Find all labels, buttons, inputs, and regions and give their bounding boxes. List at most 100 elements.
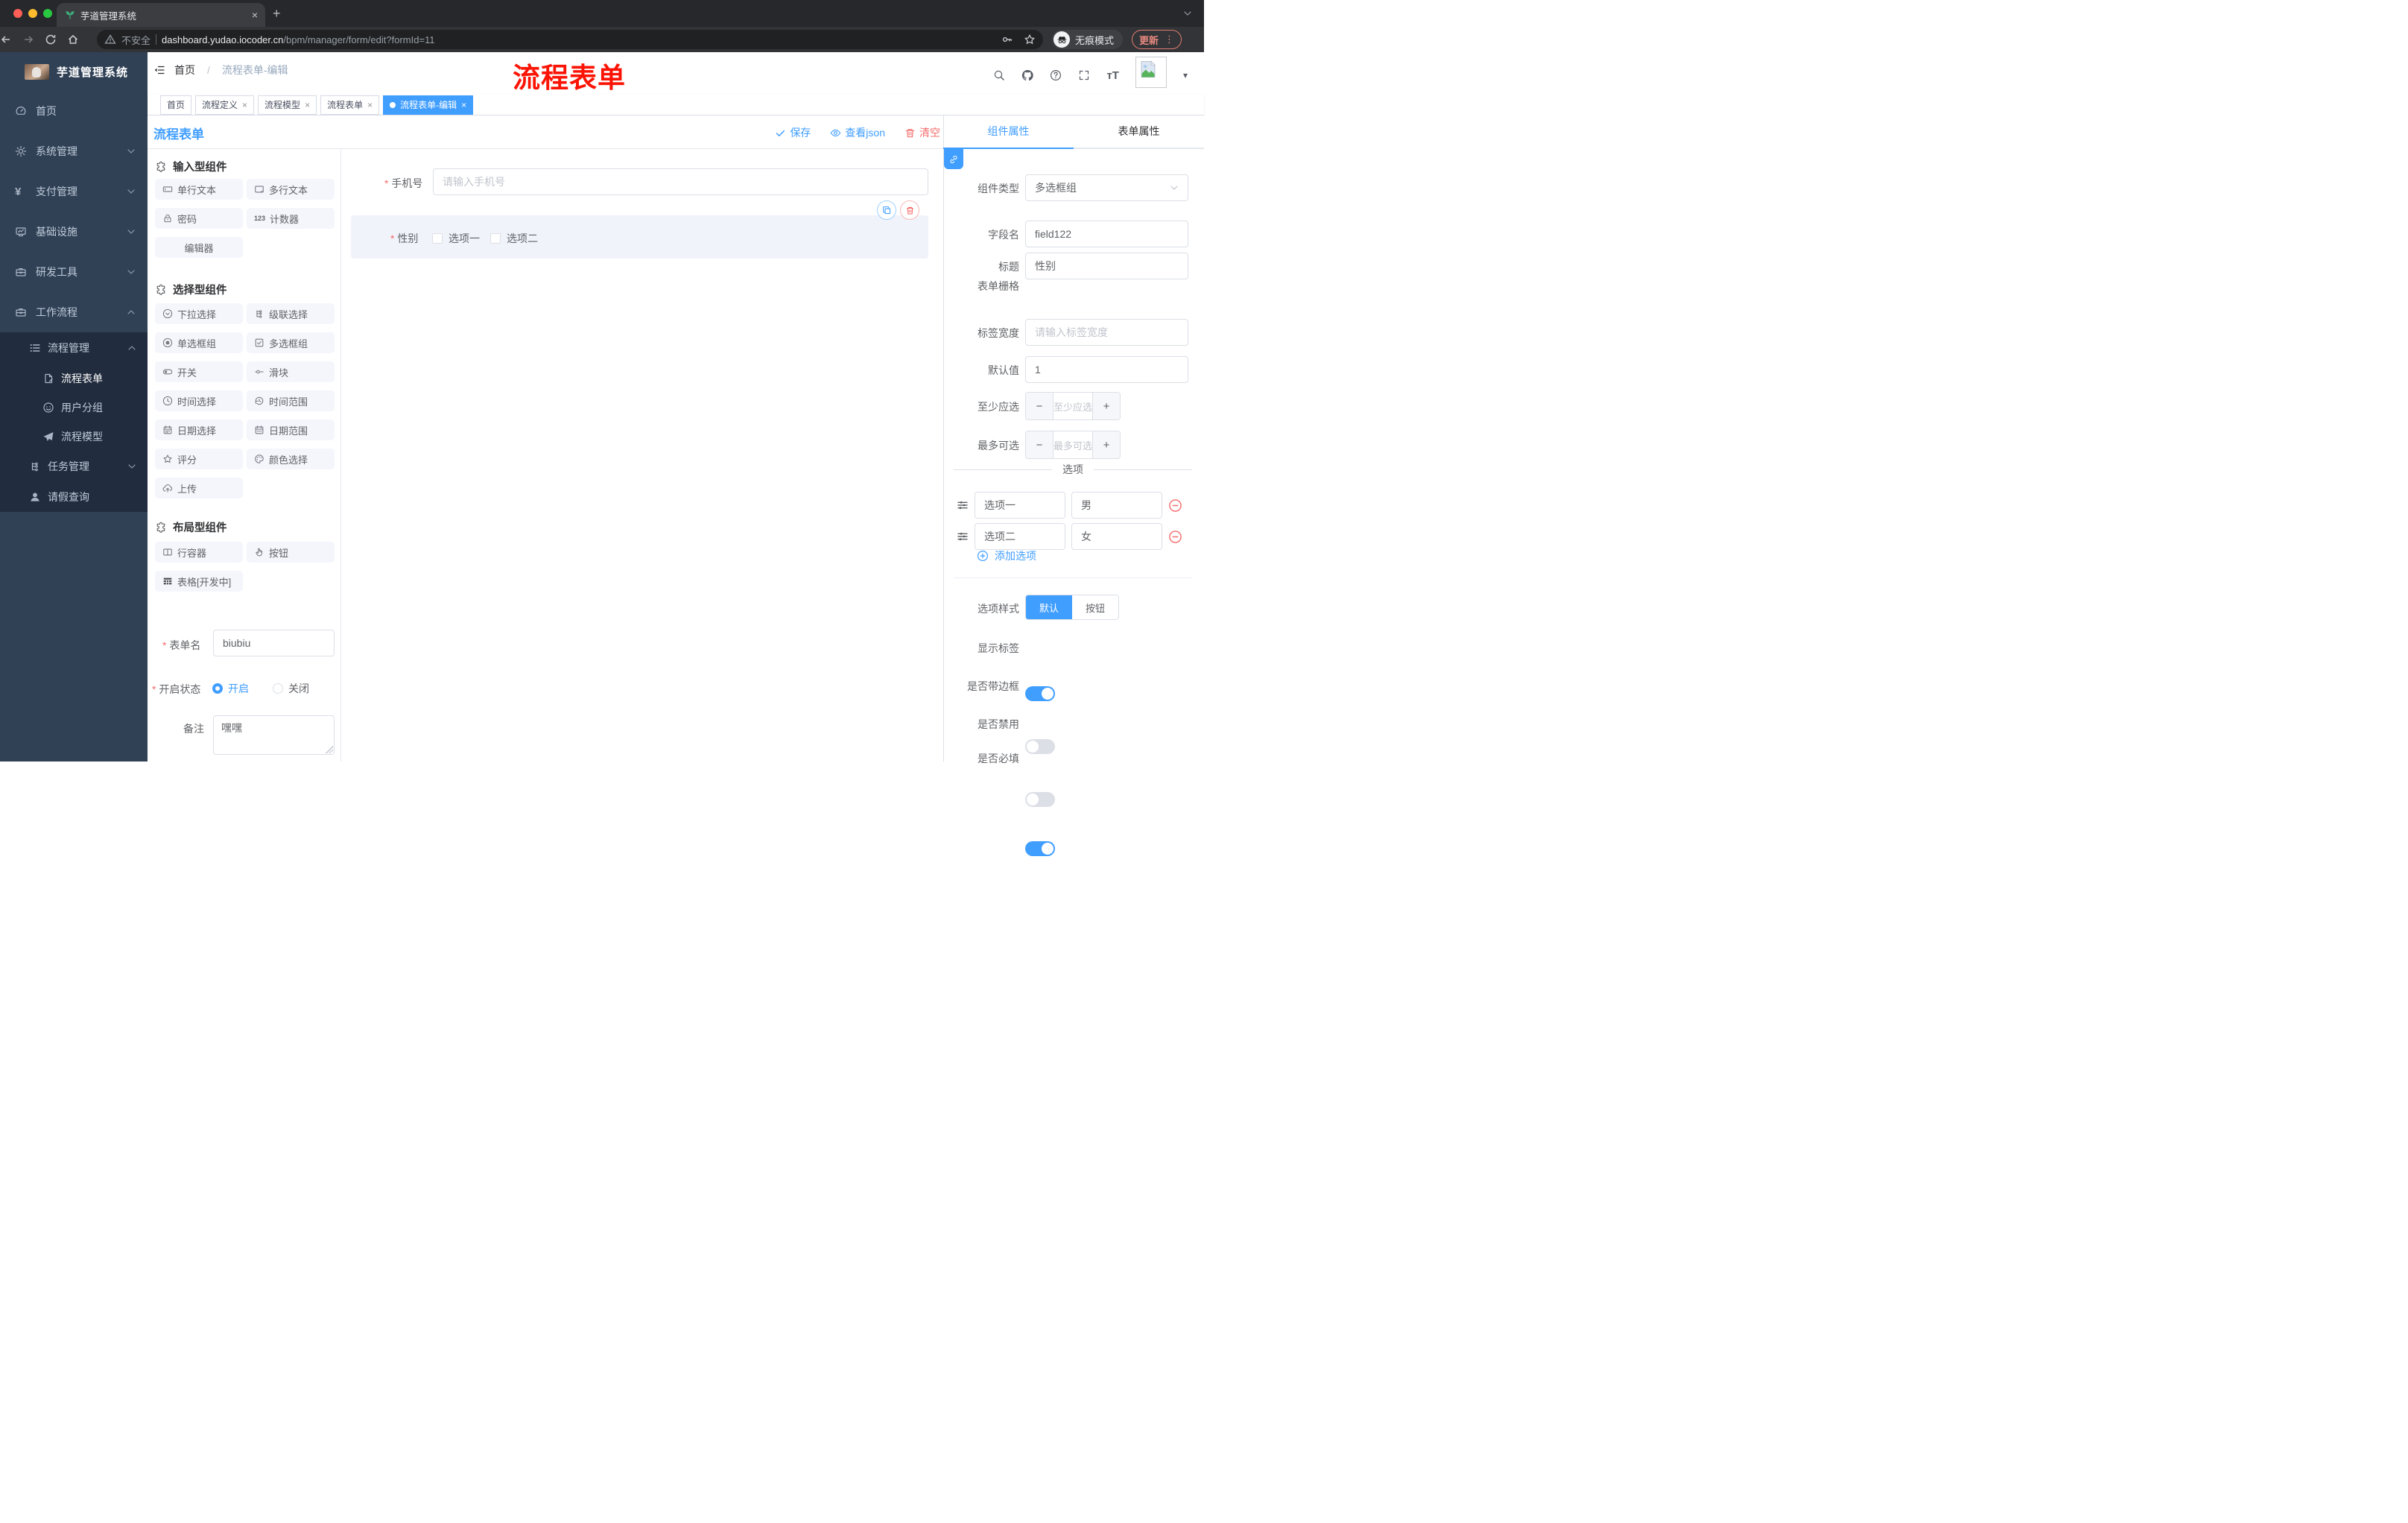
palette-item-button[interactable]: 按钮 [247,542,335,563]
max-select-stepper[interactable]: − 最多可选 + [1025,431,1121,459]
palette-item-time[interactable]: 时间选择 [155,390,243,411]
show-label-toggle[interactable] [1025,686,1055,701]
style-button-button[interactable]: 按钮 [1072,595,1118,619]
tag-close-icon[interactable]: × [367,100,373,110]
palette-item-color[interactable]: 颜色选择 [247,449,335,469]
browser-tab[interactable]: 芋道管理系统 × [57,3,265,27]
sidebar-item-payment[interactable]: ¥ 支付管理 [0,171,148,212]
sidebar-logo[interactable]: 芋道管理系统 [0,52,148,91]
sidebar-item-system[interactable]: 系统管理 [0,131,148,171]
bookmark-star-icon[interactable] [1024,34,1036,45]
reload-icon[interactable] [45,34,67,45]
window-close-button[interactable] [13,9,22,18]
stepper-minus-button[interactable]: − [1026,393,1054,419]
sidebar-fold-icon[interactable] [153,64,165,76]
palette-item-editor[interactable]: 编辑器 [155,237,243,258]
palette-item-rate[interactable]: 评分 [155,449,243,469]
palette-item-time-range[interactable]: 时间范围 [247,390,335,411]
tag-process-model[interactable]: 流程模型 × [258,95,317,115]
component-type-select[interactable]: 多选框组 [1025,174,1188,201]
palette-item-table[interactable]: 表格[开发中] [155,571,243,592]
search-icon[interactable] [993,69,1005,81]
stepper-minus-button[interactable]: − [1026,431,1054,458]
add-option-button[interactable]: 添加选项 [977,548,1036,563]
save-button[interactable]: 保存 [775,125,811,140]
title-input[interactable] [1025,253,1188,279]
omnibox[interactable]: 不安全 dashboard.yudao.iocoder.cn/bpm/manag… [97,30,1043,49]
github-icon[interactable] [1021,69,1034,81]
palette-item-date-range[interactable]: 日期范围 [247,419,335,440]
window-zoom-button[interactable] [43,9,52,18]
palette-item-cascader[interactable]: 级联选择 [247,303,335,324]
palette-item-row-container[interactable]: 行容器 [155,542,243,563]
tag-process-definition[interactable]: 流程定义 × [195,95,255,115]
sidebar-item-workflow[interactable]: 工作流程 [0,292,148,332]
palette-item-date[interactable]: 日期选择 [155,419,243,440]
view-json-button[interactable]: 查看json [830,125,885,140]
remove-option-icon[interactable] [1168,498,1182,513]
tab-form-props[interactable]: 表单属性 [1074,115,1204,148]
sidebar-item-process-model[interactable]: 流程模型 [0,422,148,451]
sidebar-item-process-mgmt[interactable]: 流程管理 [0,332,148,364]
sidebar-item-infra[interactable]: 基础设施 [0,212,148,252]
help-icon[interactable] [1050,69,1062,81]
stepper-input[interactable]: 至少应选 [1054,393,1092,419]
sidebar-item-task-mgmt[interactable]: 任务管理 [0,451,148,481]
style-default-button[interactable]: 默认 [1026,595,1072,619]
tag-process-form-edit[interactable]: 流程表单-编辑 × [383,95,474,115]
textarea-resize-handle[interactable] [326,746,333,753]
palette-item-select[interactable]: 下拉选择 [155,303,243,324]
option-label-input[interactable] [975,523,1065,550]
status-radio-off[interactable]: 关闭 [273,681,309,696]
tag-home[interactable]: 首页 [160,95,192,115]
sidebar-item-devtools[interactable]: 研发工具 [0,252,148,292]
palette-item-slider[interactable]: 滑块 [247,361,335,382]
palette-item-radio-group[interactable]: 单选框组 [155,332,243,353]
password-key-icon[interactable] [1001,34,1013,45]
status-radio-on[interactable]: 开启 [212,681,249,696]
sidebar-item-leave-query[interactable]: 请假查询 [0,481,148,512]
back-icon[interactable] [0,34,22,45]
copy-component-button[interactable] [877,200,896,220]
stepper-plus-button[interactable]: + [1092,431,1120,458]
palette-item-checkbox-group[interactable]: 多选框组 [247,332,335,353]
browser-menu-dots-icon[interactable]: ⋮ [1165,34,1174,45]
option-value-input[interactable] [1071,523,1162,550]
gender-option-1[interactable]: 选项一 [432,231,480,246]
stepper-input[interactable]: 最多可选 [1054,431,1092,458]
link-drawer-toggle[interactable] [944,149,963,169]
tag-close-icon[interactable]: × [461,100,466,110]
forward-icon[interactable] [22,34,45,45]
min-select-stepper[interactable]: − 至少应选 + [1025,392,1121,420]
option-value-input[interactable] [1071,492,1162,519]
palette-item-multi-text[interactable]: 多行文本 [247,179,335,200]
drag-handle-icon[interactable] [957,531,969,542]
option-label-input[interactable] [975,492,1065,519]
gender-option-2[interactable]: 选项二 [490,231,538,246]
browser-update-button[interactable]: 更新 ⋮ [1132,30,1182,49]
tag-process-form[interactable]: 流程表单 × [320,95,380,115]
breadcrumb-home[interactable]: 首页 [174,63,195,77]
palette-item-switch[interactable]: 开关 [155,361,243,382]
page-url[interactable]: dashboard.yudao.iocoder.cn/bpm/manager/f… [162,34,435,45]
font-size-icon[interactable]: тT [1106,69,1119,82]
security-label[interactable]: 不安全 [121,33,150,47]
home-icon[interactable] [67,34,89,45]
tab-component-props[interactable]: 组件属性 [943,115,1074,148]
sidebar-item-user-group[interactable]: 用户分组 [0,393,148,422]
avatar-caret-icon[interactable]: ▾ [1183,70,1188,80]
default-value-input[interactable] [1025,356,1188,383]
sidebar-item-process-form[interactable]: 流程表单 [0,364,148,393]
form-name-input[interactable] [213,630,335,656]
label-width-input[interactable] [1025,319,1188,346]
drag-handle-icon[interactable] [957,499,969,511]
palette-item-counter[interactable]: 123 计数器 [247,208,335,229]
sidebar-item-home[interactable]: 首页 [0,91,148,131]
window-minimize-button[interactable] [28,9,37,18]
form-remark-textarea[interactable]: 嘿嘿 [213,715,335,755]
tag-close-icon[interactable]: × [242,100,247,110]
palette-item-single-text[interactable]: 单行文本 [155,179,243,200]
fullscreen-icon[interactable] [1078,69,1090,81]
with-border-toggle[interactable] [1025,739,1055,754]
palette-item-upload[interactable]: 上传 [155,478,243,498]
